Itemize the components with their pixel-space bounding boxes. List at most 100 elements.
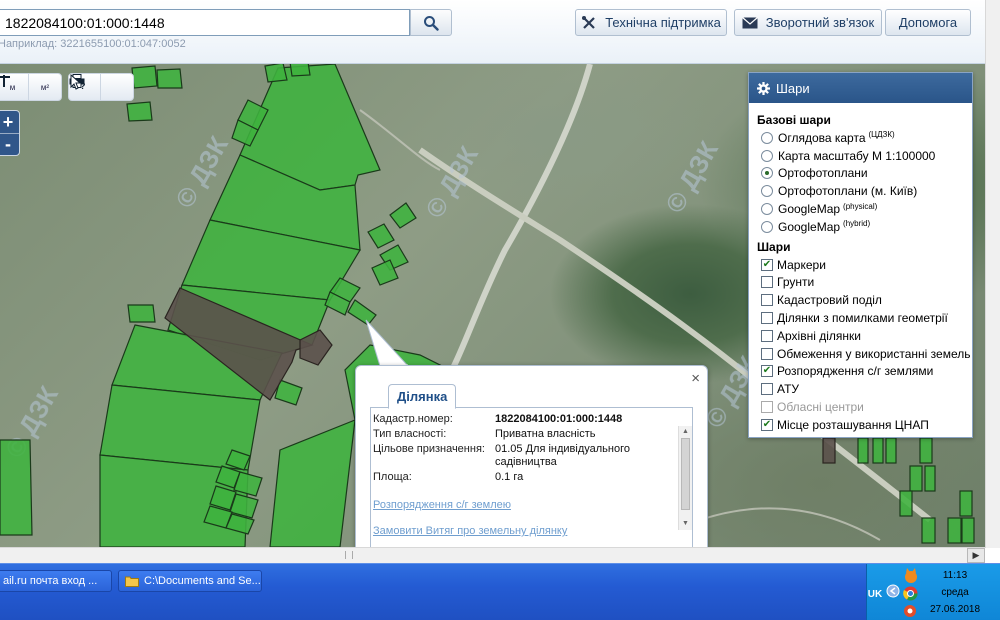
base-layer-sup: (ЦДЗК) xyxy=(868,130,895,140)
back-arrow-icon[interactable] xyxy=(886,584,900,598)
top-toolbar: Наприклад: 3221655100:01:047:0052 Техніч… xyxy=(0,0,1000,64)
parcel[interactable] xyxy=(872,437,884,464)
feedback-button[interactable]: Зворотний зв'язок xyxy=(734,9,882,36)
parcel-dark[interactable] xyxy=(822,437,836,464)
overlay-layer-label: Грунти xyxy=(777,275,815,290)
tab-parcel[interactable]: Ділянка xyxy=(388,384,457,409)
sg-disposal-link[interactable]: Розпорядження с/г землею xyxy=(373,499,511,511)
layers-panel-header[interactable]: Шари xyxy=(749,73,972,103)
radio-button[interactable] xyxy=(761,203,773,216)
overlay-layer-option[interactable]: Обмеження у використанні земель xyxy=(761,345,970,363)
parcel[interactable] xyxy=(909,465,923,492)
checkbox[interactable]: ✔ xyxy=(761,418,773,431)
zoom-out-button[interactable]: - xyxy=(0,133,19,155)
checkbox[interactable]: ✔ xyxy=(761,258,773,271)
taskbar-item-browser[interactable]: ail.ru почта вход ... xyxy=(0,570,112,592)
base-layer-label: Ортофотоплани xyxy=(778,166,868,181)
base-layer-sup: (hybrid) xyxy=(843,219,871,229)
layers-panel: Шари Базові шари Оглядова карта (ЦДЗК) Кар… xyxy=(748,72,973,438)
parcel[interactable] xyxy=(127,304,156,323)
parcel[interactable] xyxy=(961,517,975,544)
measure-area-button[interactable]: м² xyxy=(0,74,61,100)
field-value-purpose: 01.05 Для індивідуального садівництва xyxy=(495,443,630,468)
parcel[interactable] xyxy=(857,437,869,464)
radio-button[interactable] xyxy=(761,149,773,162)
overlay-layer-option[interactable]: Архівні ділянки xyxy=(761,327,964,345)
radio-button[interactable] xyxy=(761,167,773,180)
taskbar-item-explorer[interactable]: C:\Documents and Se... xyxy=(118,570,262,592)
chrome-icon[interactable] xyxy=(903,586,918,601)
parcel[interactable] xyxy=(919,437,933,464)
overlay-layer-label: Обмеження у використанні земель xyxy=(777,346,971,361)
base-layer-option[interactable]: Оглядова карта (ЦДЗК) xyxy=(761,129,964,147)
base-layer-option[interactable]: GoogleMap (physical) xyxy=(761,200,964,218)
checkbox[interactable] xyxy=(761,329,773,342)
search-example-hint: Наприклад: 3221655100:01:047:0052 xyxy=(0,38,186,50)
parcel[interactable] xyxy=(289,64,311,77)
parcel[interactable] xyxy=(367,223,395,249)
checkbox[interactable]: ✔ xyxy=(761,365,773,378)
overlay-layer-option[interactable]: Ділянки з помилками геометрії xyxy=(761,309,964,327)
clock-time: 11:13 xyxy=(942,570,968,581)
language-indicator[interactable]: UK xyxy=(866,586,884,602)
overlay-layer-option: Обласні центри xyxy=(761,398,964,416)
cat-icon[interactable] xyxy=(903,568,919,584)
scroll-up-icon[interactable]: ▲ xyxy=(681,428,690,436)
base-layer-option[interactable]: Ортофотоплани xyxy=(761,165,964,183)
support-button[interactable]: Технічна підтримка xyxy=(575,9,727,36)
cadastral-search-input[interactable] xyxy=(0,9,410,36)
scroll-thumb[interactable] xyxy=(681,438,690,510)
checkbox[interactable] xyxy=(761,347,773,360)
scroll-right-icon[interactable]: ▶ xyxy=(967,548,985,563)
order-extract-link[interactable]: Замовити Витяг про земельну ділянку xyxy=(373,525,567,537)
overlay-layer-option[interactable]: ✔ Розпорядження с/г землями xyxy=(761,363,964,381)
overlay-layer-option[interactable]: АТУ xyxy=(761,380,964,398)
parcel[interactable] xyxy=(389,202,417,229)
clock-date: 27.06.2018 xyxy=(929,604,981,615)
parcel[interactable] xyxy=(924,465,936,492)
layers-panel-title: Шари xyxy=(776,80,810,96)
overlay-layer-option[interactable]: Кадастровий поділ xyxy=(761,291,964,309)
search-button[interactable] xyxy=(410,9,452,36)
base-layer-option[interactable]: Карта масштабу М 1:100000 xyxy=(761,147,964,165)
base-layer-option[interactable]: GoogleMap (hybrid) xyxy=(761,218,964,236)
parcel[interactable] xyxy=(959,490,973,517)
overlay-layer-option[interactable]: ✔ Місце розташування ЦНАП xyxy=(761,416,964,434)
parcel[interactable] xyxy=(899,490,913,517)
radio-button[interactable] xyxy=(761,220,773,233)
base-layer-option[interactable]: Ортофотоплани (м. Київ) xyxy=(761,182,964,200)
parcel[interactable] xyxy=(264,64,288,83)
overlay-layer-label: Архівні ділянки xyxy=(777,328,861,343)
network-icon[interactable] xyxy=(903,604,917,618)
checkbox[interactable] xyxy=(761,276,773,289)
page-vertical-scrollbar[interactable] xyxy=(985,0,1000,548)
overlay-layer-label: АТУ xyxy=(777,382,800,397)
overlay-layer-option[interactable]: Грунти xyxy=(761,274,964,292)
checkbox[interactable] xyxy=(761,383,773,396)
parcel[interactable] xyxy=(156,68,183,89)
parcel[interactable] xyxy=(921,517,936,544)
parcel[interactable] xyxy=(947,517,962,544)
svg-text:?: ? xyxy=(80,81,86,90)
parcel[interactable] xyxy=(0,439,33,536)
map-horizontal-scrollbar[interactable] xyxy=(0,547,985,563)
checkbox[interactable] xyxy=(761,294,773,307)
base-layer-label: Ортофотоплани (м. Київ) xyxy=(778,184,918,199)
checkbox[interactable] xyxy=(761,312,773,325)
parcel[interactable] xyxy=(269,419,356,547)
identify-button[interactable]: ? xyxy=(70,74,133,100)
zoom-in-button[interactable]: + xyxy=(0,111,19,133)
radio-button[interactable] xyxy=(761,185,773,198)
popup-scrollbar[interactable]: ▲ ▼ xyxy=(678,426,692,530)
radio-button[interactable] xyxy=(761,131,773,144)
overlay-layer-label: Обласні центри xyxy=(777,400,864,415)
overlay-layer-option[interactable]: ✔ Маркери xyxy=(761,256,964,274)
scroll-grip[interactable] xyxy=(345,551,353,559)
help-button[interactable]: Допомога xyxy=(885,9,971,36)
parcel[interactable] xyxy=(126,101,153,122)
parcel[interactable] xyxy=(131,65,158,89)
parcel[interactable] xyxy=(885,437,897,464)
scroll-down-icon[interactable]: ▼ xyxy=(681,520,690,528)
print-tools: ? xyxy=(68,73,134,101)
zoom-control: + - xyxy=(0,110,20,156)
